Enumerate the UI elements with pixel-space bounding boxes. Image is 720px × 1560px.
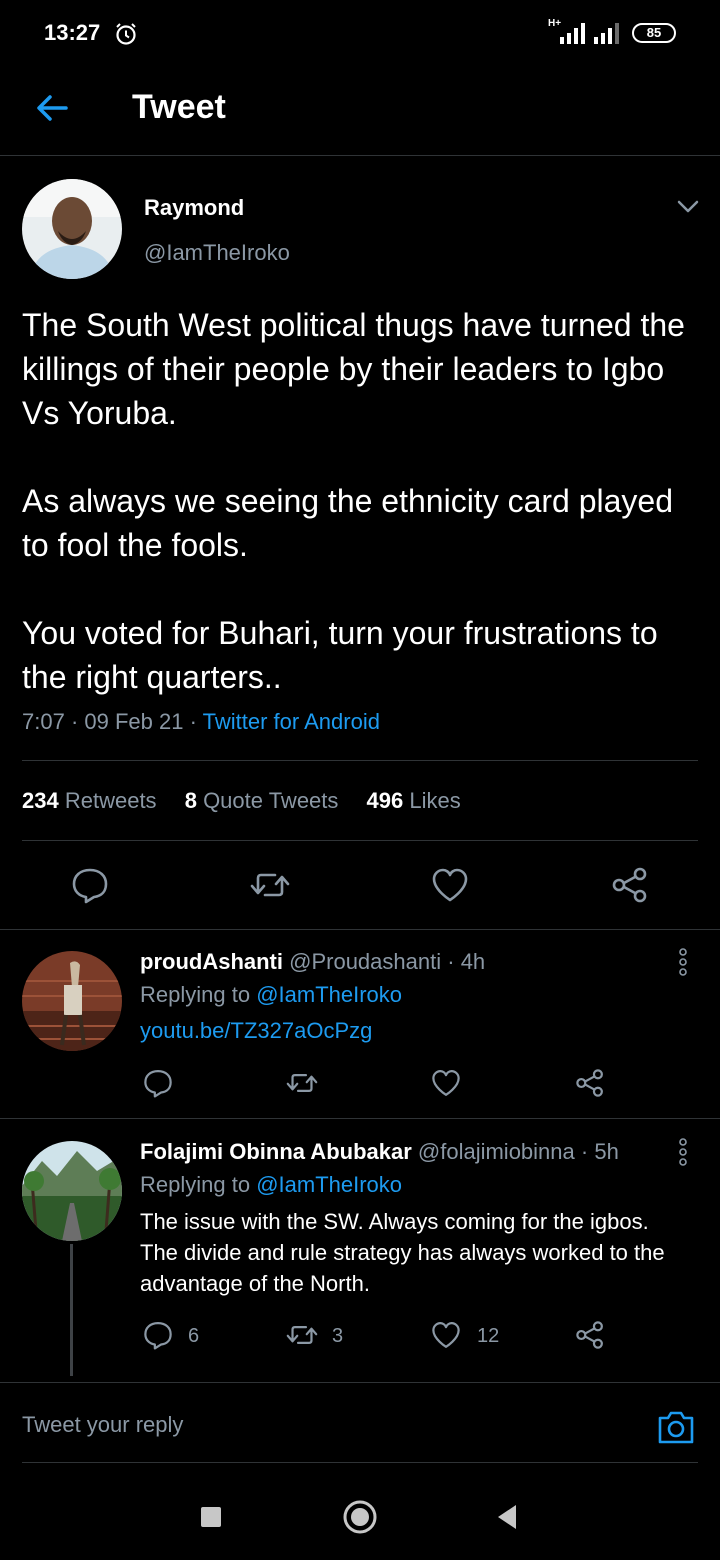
status-clock: 13:27 <box>44 20 101 45</box>
tweet-stats: 234 Retweets 8 Quote Tweets 496 Likes <box>22 788 483 814</box>
reply-icon[interactable] <box>70 866 110 904</box>
retweet-icon[interactable] <box>286 1320 318 1350</box>
reply-count: 6 <box>188 1325 200 1347</box>
tweet-paragraph: You voted for Buhari, turn your frustrat… <box>22 615 658 695</box>
tweet-meta: 7:07 · 09 Feb 21 · Twitter for Android <box>22 709 380 734</box>
divider <box>22 1462 698 1463</box>
reply-age: 4h <box>460 949 486 974</box>
author-avatar[interactable] <box>22 179 122 279</box>
mention-link[interactable]: @IamTheIroko <box>256 1172 402 1197</box>
reply-author-name[interactable]: Folajimi Obinna Abubakar <box>140 1139 412 1164</box>
tweet-time: 7:07 <box>22 709 65 734</box>
likes-stat[interactable]: 496 Likes <box>367 788 461 813</box>
reply-author-handle[interactable]: @folajimiobinna <box>418 1139 575 1164</box>
divider <box>22 760 698 761</box>
divider <box>22 840 698 841</box>
like-count: 12 <box>477 1325 500 1347</box>
back-nav-icon[interactable] <box>496 1504 518 1530</box>
signal-icon-1 <box>560 23 585 44</box>
recent-apps-icon[interactable] <box>200 1506 222 1528</box>
retweets-stat[interactable]: 234 Retweets <box>22 788 157 813</box>
battery-indicator: 85 <box>632 23 676 43</box>
retweet-icon[interactable] <box>250 866 290 904</box>
tweet-date: 09 Feb 21 <box>84 709 184 734</box>
page-title: Tweet <box>132 88 226 126</box>
author-name[interactable]: Raymond <box>144 195 244 221</box>
share-icon[interactable] <box>574 1320 606 1350</box>
status-bar: 13:27 H+ 85 <box>0 0 720 68</box>
more-options-icon[interactable] <box>676 1137 690 1167</box>
divider <box>0 929 720 930</box>
home-icon[interactable] <box>342 1499 378 1535</box>
thread-connector-line <box>70 1244 73 1376</box>
share-icon[interactable] <box>610 866 650 904</box>
back-arrow-icon[interactable] <box>32 88 72 128</box>
retweet-icon[interactable] <box>286 1068 318 1098</box>
chevron-down-icon[interactable] <box>676 196 700 216</box>
share-icon[interactable] <box>574 1068 606 1098</box>
alarm-icon <box>116 23 136 45</box>
tweet-paragraph: The South West political thugs have turn… <box>22 307 685 431</box>
reply-avatar[interactable] <box>22 1141 122 1241</box>
reply-age: 5h <box>594 1139 619 1164</box>
reply-text-line: The divide and rule strategy has always … <box>140 1240 665 1265</box>
reply-link[interactable]: youtu.be/TZ327aOcPzg <box>140 1018 372 1044</box>
replying-to: Replying to @IamTheIroko <box>140 1172 403 1197</box>
like-heart-icon[interactable] <box>430 1320 462 1350</box>
author-handle[interactable]: @IamTheIroko <box>144 240 290 266</box>
reply-text: The issue with the SW. Always coming for… <box>140 1206 710 1299</box>
like-heart-icon[interactable] <box>430 1068 462 1098</box>
reply-author-name[interactable]: proudAshanti <box>140 949 283 974</box>
reply-icon[interactable] <box>142 1068 174 1098</box>
quote-tweets-stat[interactable]: 8 Quote Tweets <box>185 788 339 813</box>
tweet-paragraph: As always we seeing the ethnicity card p… <box>22 483 674 563</box>
reply-avatar[interactable] <box>22 951 122 1051</box>
tweet-text: The South West political thugs have turn… <box>22 303 702 699</box>
reply-text-line: The issue with the SW. Always coming for… <box>140 1209 649 1234</box>
reply-icon[interactable] <box>142 1320 174 1350</box>
reply-text-line: advantage of the North. <box>140 1271 370 1296</box>
mention-link[interactable]: @IamTheIroko <box>256 982 402 1007</box>
retweet-count: 3 <box>332 1325 344 1347</box>
divider <box>0 1118 720 1119</box>
like-heart-icon[interactable] <box>430 866 470 904</box>
reply-header: proudAshanti @Proudashanti · 4h <box>140 949 486 974</box>
reply-header: Folajimi Obinna Abubakar @folajimiobinna… <box>140 1139 619 1164</box>
signal-icon-2 <box>594 23 619 44</box>
reply-input[interactable] <box>22 1412 622 1438</box>
reply-author-handle[interactable]: @Proudashanti <box>289 949 441 974</box>
tweet-source-link[interactable]: Twitter for Android <box>203 709 380 734</box>
camera-icon[interactable] <box>656 1408 696 1446</box>
top-app-bar: Tweet <box>0 68 720 156</box>
replying-to: Replying to @IamTheIroko <box>140 982 403 1007</box>
more-options-icon[interactable] <box>676 947 690 977</box>
